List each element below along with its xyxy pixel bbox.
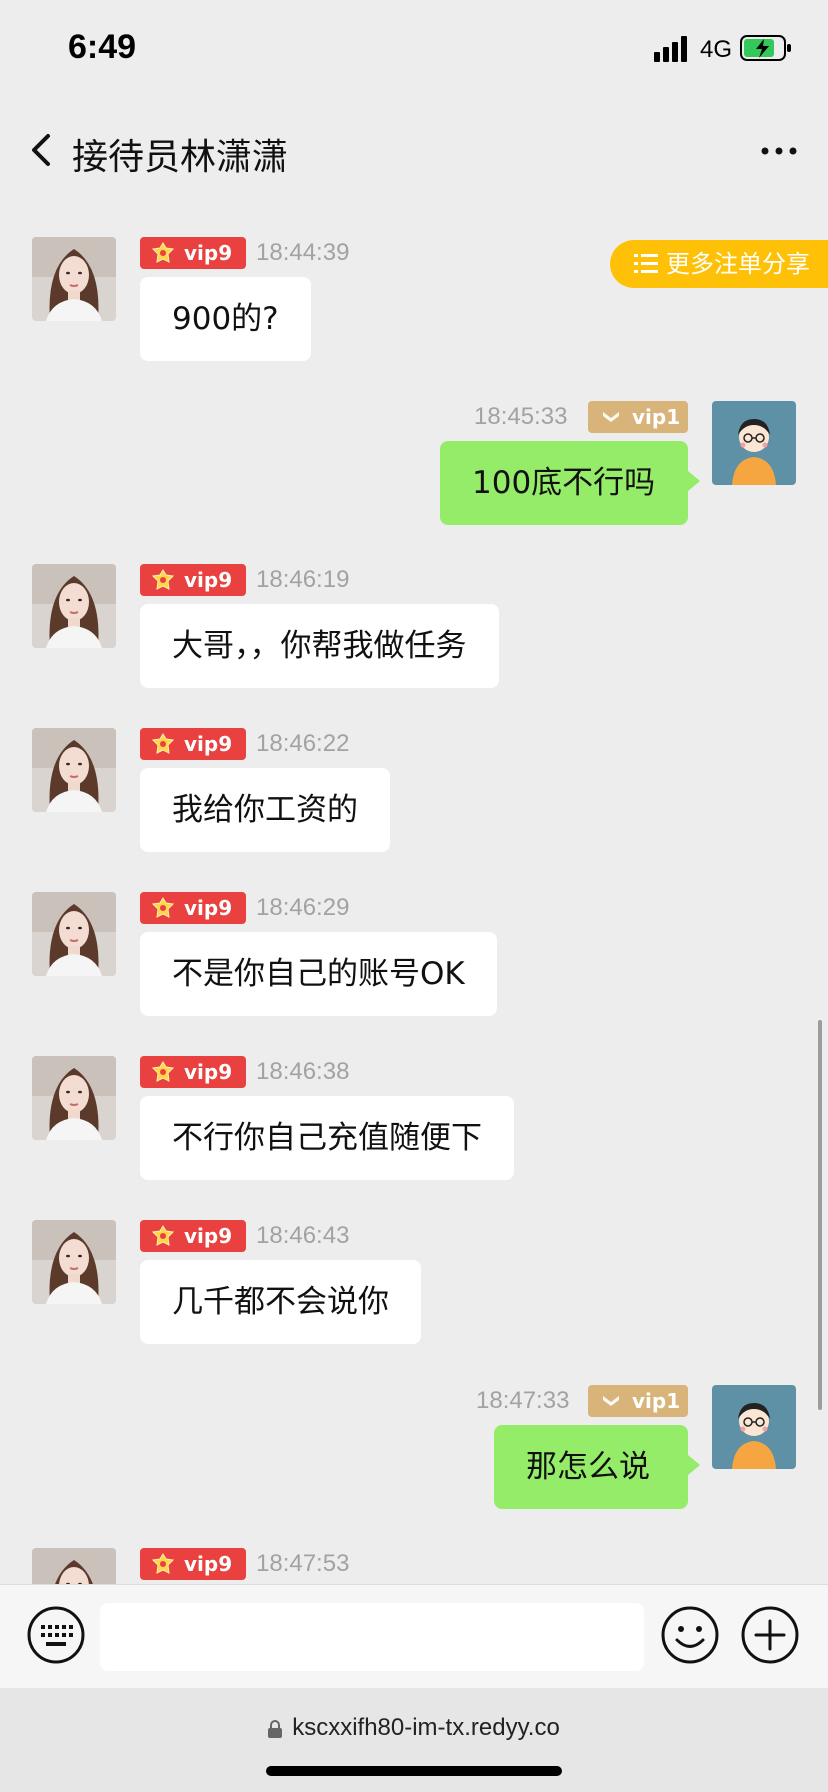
message-bubble[interactable]: 100底不行吗 <box>440 441 688 525</box>
keyboard-icon[interactable] <box>26 1605 86 1665</box>
message-time: 18:46:43 <box>256 1222 350 1249</box>
contact-avatar[interactable] <box>32 1056 116 1140</box>
home-indicator <box>266 1766 562 1776</box>
contact-avatar[interactable] <box>32 892 116 976</box>
user-avatar[interactable] <box>712 1385 796 1469</box>
vip-label: vip9 <box>184 896 233 920</box>
message-bubble[interactable]: 不是你自己的账号OK <box>140 932 497 1016</box>
bubble-tail <box>688 1455 700 1475</box>
outgoing-message: 18:45:33 vip1 100底不行吗 <box>0 401 828 531</box>
signal-icon <box>654 36 687 62</box>
network-type: 4G <box>700 36 733 63</box>
vip1-badge-icon <box>603 412 619 422</box>
message-bubble[interactable]: 900的? <box>140 277 311 361</box>
vip-label: vip9 <box>184 241 233 265</box>
contact-avatar[interactable] <box>32 1220 116 1304</box>
lock-icon <box>268 1720 283 1738</box>
contact-avatar-icon <box>32 1220 116 1304</box>
nav-bar: 接待员林潇潇 <box>0 100 828 200</box>
incoming-message: vip9 18:46:38 不行你自己充值随便下 <box>0 1056 828 1186</box>
more-options-icon[interactable] <box>754 126 804 176</box>
contact-avatar[interactable] <box>32 564 116 648</box>
bubble-tail <box>688 471 700 491</box>
chat-title: 接待员林潇潇 <box>72 137 289 178</box>
vip-badge: vip9 <box>140 1056 246 1088</box>
vip-badge: vip9 <box>140 728 246 760</box>
message-bubble[interactable]: 几千都不会说你 <box>140 1260 421 1344</box>
message-bubble[interactable]: 不行你自己充值随便下 <box>140 1096 514 1180</box>
message-time: 18:46:38 <box>256 1058 350 1085</box>
status-bar: 6:49 4G <box>0 0 828 100</box>
vip9-crown-icon <box>152 1225 174 1246</box>
incoming-message: vip9 18:44:39 900的? <box>0 237 828 367</box>
vip-label: vip9 <box>184 1224 233 1248</box>
plus-icon[interactable] <box>740 1605 800 1665</box>
vip-badge: vip9 <box>140 892 246 924</box>
url-text: kscxxifh80-im-tx.redyy.co <box>292 1714 560 1741</box>
message-time: 18:47:53 <box>256 1550 350 1577</box>
vip-label: vip9 <box>184 732 233 756</box>
incoming-message: vip9 18:46:43 几千都不会说你 <box>0 1220 828 1350</box>
message-time: 18:46:19 <box>256 566 350 593</box>
url-field[interactable]: kscxxifh80-im-tx.redyy.co <box>0 1714 828 1742</box>
scrollbar[interactable] <box>818 1020 822 1410</box>
incoming-message: vip9 18:46:29 不是你自己的账号OK <box>0 892 828 1022</box>
message-bubble[interactable]: 那怎么说 <box>494 1425 688 1509</box>
contact-avatar-icon <box>32 564 116 648</box>
message-input[interactable] <box>100 1603 644 1671</box>
user-avatar-icon <box>712 1385 796 1469</box>
vip-label: vip9 <box>184 568 233 592</box>
emoji-icon[interactable] <box>660 1605 720 1665</box>
contact-avatar-icon <box>32 892 116 976</box>
vip9-crown-icon <box>152 733 174 754</box>
contact-avatar-icon <box>32 728 116 812</box>
message-time: 18:47:33 <box>476 1387 570 1414</box>
battery-charging-icon <box>740 35 791 61</box>
vip9-crown-icon <box>152 242 174 263</box>
status-time: 6:49 <box>68 28 137 66</box>
vip9-crown-icon <box>152 1553 174 1574</box>
vip-badge: vip9 <box>140 237 246 269</box>
vip9-crown-icon <box>152 897 174 918</box>
contact-avatar-icon <box>32 237 116 321</box>
message-bubble[interactable]: 我给你工资的 <box>140 768 390 852</box>
vip-badge: vip9 <box>140 1220 246 1252</box>
vip-badge: vip9 <box>140 1548 246 1580</box>
message-time: 18:46:22 <box>256 730 350 757</box>
vip-badge: vip9 <box>140 564 246 596</box>
incoming-message: vip9 18:46:22 我给你工资的 <box>0 728 828 858</box>
input-bar <box>0 1584 828 1688</box>
vip-badge: vip1 <box>588 401 688 433</box>
message-time: 18:45:33 <box>474 403 568 430</box>
back-arrow-icon[interactable] <box>22 124 62 176</box>
contact-avatar[interactable] <box>32 237 116 321</box>
vip-label: vip9 <box>184 1552 233 1576</box>
message-time: 18:44:39 <box>256 239 350 266</box>
browser-url-bar: kscxxifh80-im-tx.redyy.co <box>0 1688 828 1792</box>
vip-label: vip1 <box>632 1389 681 1413</box>
vip9-crown-icon <box>152 569 174 590</box>
user-avatar-icon <box>712 401 796 485</box>
vip9-crown-icon <box>152 1061 174 1082</box>
incoming-message: vip9 18:46:19 大哥，，你帮我做任务 <box>0 564 828 694</box>
vip-badge: vip1 <box>588 1385 688 1417</box>
vip-label: vip1 <box>632 405 681 429</box>
vip-label: vip9 <box>184 1060 233 1084</box>
message-bubble[interactable]: 大哥，，你帮我做任务 <box>140 604 499 688</box>
user-avatar[interactable] <box>712 401 796 485</box>
contact-avatar-icon <box>32 1056 116 1140</box>
vip1-badge-icon <box>603 1396 619 1406</box>
outgoing-message: 18:47:33 vip1 那怎么说 <box>0 1385 828 1515</box>
message-time: 18:46:29 <box>256 894 350 921</box>
contact-avatar[interactable] <box>32 728 116 812</box>
